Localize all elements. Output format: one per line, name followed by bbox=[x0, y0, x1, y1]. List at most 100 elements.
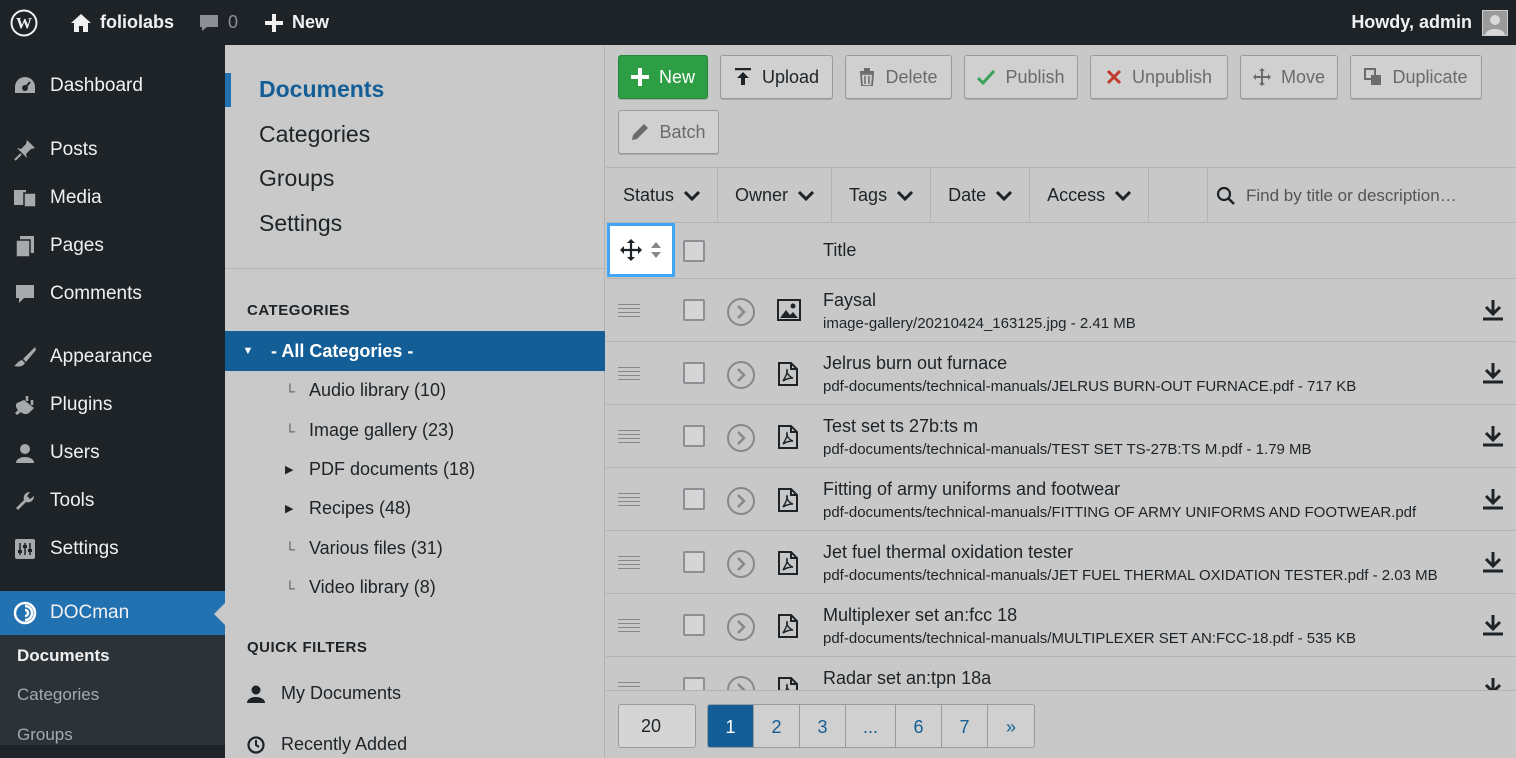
menu-comments[interactable]: Comments bbox=[0, 272, 225, 316]
table-row[interactable]: Fitting of army uniforms and footwear pd… bbox=[606, 468, 1516, 531]
filter-owner[interactable]: Owner bbox=[718, 168, 833, 223]
chevron-right-icon[interactable] bbox=[727, 487, 755, 515]
row-checkbox[interactable] bbox=[683, 677, 705, 690]
caret-right-icon[interactable]: ▶ bbox=[285, 502, 309, 515]
my-account[interactable]: Howdy, admin bbox=[1351, 0, 1508, 45]
category-recipes[interactable]: ▶ Recipes (48) bbox=[285, 498, 411, 519]
drag-handle[interactable] bbox=[618, 430, 640, 446]
row-checkbox[interactable] bbox=[683, 614, 705, 636]
download-icon[interactable] bbox=[1481, 298, 1505, 327]
table-row[interactable]: Multiplexer set an:fcc 18 pdf-documents/… bbox=[606, 594, 1516, 657]
new-button[interactable]: New bbox=[618, 55, 708, 99]
filter-my-documents[interactable]: My Documents bbox=[247, 683, 401, 704]
chevron-right-icon[interactable] bbox=[727, 550, 755, 578]
category-all[interactable]: ▼ - All Categories - bbox=[225, 331, 605, 371]
comments-link[interactable]: 0 bbox=[184, 0, 248, 45]
table-row[interactable]: Jelrus burn out furnace pdf-documents/te… bbox=[606, 342, 1516, 405]
row-checkbox[interactable] bbox=[683, 551, 705, 573]
menu-dashboard[interactable]: Dashboard bbox=[0, 64, 225, 108]
filter-recently-added[interactable]: Recently Added bbox=[247, 734, 407, 755]
drag-handle[interactable] bbox=[618, 556, 640, 572]
caret-right-icon[interactable]: ▶ bbox=[285, 463, 309, 476]
row-checkbox[interactable] bbox=[683, 362, 705, 384]
chevron-right-icon[interactable] bbox=[727, 361, 755, 389]
document-title[interactable]: Fitting of army uniforms and footwear bbox=[823, 479, 1120, 500]
document-title[interactable]: Radar set an:tpn 18a bbox=[823, 668, 991, 689]
sort-order-toggle[interactable] bbox=[607, 223, 675, 277]
filter-date[interactable]: Date bbox=[931, 168, 1031, 223]
page-2[interactable]: 2 bbox=[754, 705, 800, 747]
wordpress-logo[interactable]: W bbox=[0, 0, 48, 45]
submenu-documents[interactable]: Documents bbox=[17, 646, 110, 666]
document-title[interactable]: Jelrus burn out furnace bbox=[823, 353, 1007, 374]
select-all-checkbox[interactable] bbox=[683, 240, 705, 262]
page-7[interactable]: 7 bbox=[942, 705, 988, 747]
page-3[interactable]: 3 bbox=[800, 705, 846, 747]
move-button[interactable]: Move bbox=[1240, 55, 1338, 99]
table-row[interactable]: Test set ts 27b:ts m pdf-documents/techn… bbox=[606, 405, 1516, 468]
unpublish-button[interactable]: Unpublish bbox=[1090, 55, 1228, 99]
table-row[interactable]: Radar set an:tpn 18a bbox=[606, 657, 1516, 690]
caret-down-icon[interactable]: ▼ bbox=[225, 345, 271, 357]
category-image-gallery[interactable]: └ Image gallery (23) bbox=[285, 420, 454, 441]
search-field[interactable]: Find by title or description… bbox=[1207, 168, 1516, 223]
nav-categories[interactable]: Categories bbox=[259, 121, 370, 148]
menu-media[interactable]: Media bbox=[0, 176, 225, 220]
menu-pages[interactable]: Pages bbox=[0, 224, 225, 268]
download-icon[interactable] bbox=[1481, 361, 1505, 390]
download-icon[interactable] bbox=[1481, 550, 1505, 579]
nav-groups[interactable]: Groups bbox=[259, 165, 334, 192]
menu-plugins[interactable]: Plugins bbox=[0, 383, 225, 427]
nav-documents[interactable]: Documents bbox=[259, 76, 384, 103]
duplicate-button[interactable]: Duplicate bbox=[1350, 55, 1482, 99]
delete-button[interactable]: Delete bbox=[845, 55, 952, 99]
menu-appearance[interactable]: Appearance bbox=[0, 335, 225, 379]
new-content-link[interactable]: New bbox=[248, 0, 339, 45]
chevron-right-icon[interactable] bbox=[727, 676, 755, 690]
category-audio-library[interactable]: └ Audio library (10) bbox=[285, 380, 446, 401]
category-video-library[interactable]: └ Video library (8) bbox=[285, 577, 436, 598]
row-checkbox[interactable] bbox=[683, 299, 705, 321]
page-limit-select[interactable]: 20 bbox=[618, 704, 696, 748]
document-title[interactable]: Multiplexer set an:fcc 18 bbox=[823, 605, 1017, 626]
chevron-right-icon[interactable] bbox=[727, 298, 755, 326]
document-title[interactable]: Jet fuel thermal oxidation tester bbox=[823, 542, 1073, 563]
nav-settings[interactable]: Settings bbox=[259, 210, 342, 237]
table-row[interactable]: Faysal image-gallery/20210424_163125.jpg… bbox=[606, 279, 1516, 342]
title-column-header[interactable]: Title bbox=[823, 240, 856, 261]
document-title[interactable]: Faysal bbox=[823, 290, 876, 311]
drag-handle[interactable] bbox=[618, 619, 640, 635]
download-icon[interactable] bbox=[1481, 487, 1505, 516]
upload-button[interactable]: Upload bbox=[720, 55, 833, 99]
page-next[interactable]: » bbox=[988, 705, 1034, 747]
menu-tools[interactable]: Tools bbox=[0, 479, 225, 523]
row-checkbox[interactable] bbox=[683, 488, 705, 510]
page-6[interactable]: 6 bbox=[896, 705, 942, 747]
chevron-right-icon[interactable] bbox=[727, 424, 755, 452]
batch-button[interactable]: Batch bbox=[618, 110, 719, 154]
download-icon[interactable] bbox=[1481, 613, 1505, 642]
menu-posts[interactable]: Posts bbox=[0, 128, 225, 172]
drag-handle[interactable] bbox=[618, 304, 640, 320]
row-checkbox[interactable] bbox=[683, 425, 705, 447]
filter-status[interactable]: Status bbox=[606, 168, 719, 223]
download-icon[interactable] bbox=[1481, 676, 1505, 690]
document-title[interactable]: Test set ts 27b:ts m bbox=[823, 416, 978, 437]
menu-settings[interactable]: Settings bbox=[0, 527, 225, 571]
download-icon[interactable] bbox=[1481, 424, 1505, 453]
submenu-categories[interactable]: Categories bbox=[17, 685, 99, 705]
drag-handle[interactable] bbox=[618, 682, 640, 690]
site-name-link[interactable]: foliolabs bbox=[48, 0, 184, 45]
table-row[interactable]: Jet fuel thermal oxidation tester pdf-do… bbox=[606, 531, 1516, 594]
drag-handle[interactable] bbox=[618, 493, 640, 509]
drag-handle[interactable] bbox=[618, 367, 640, 383]
menu-users[interactable]: Users bbox=[0, 431, 225, 475]
submenu-groups[interactable]: Groups bbox=[17, 725, 73, 745]
filter-tags[interactable]: Tags bbox=[832, 168, 932, 223]
publish-button[interactable]: Publish bbox=[964, 55, 1078, 99]
category-pdf-documents[interactable]: ▶ PDF documents (18) bbox=[285, 459, 475, 480]
page-1[interactable]: 1 bbox=[708, 705, 754, 747]
menu-docman[interactable]: DOCman bbox=[0, 591, 225, 635]
category-various-files[interactable]: └ Various files (31) bbox=[285, 538, 443, 559]
filter-access[interactable]: Access bbox=[1030, 168, 1150, 223]
